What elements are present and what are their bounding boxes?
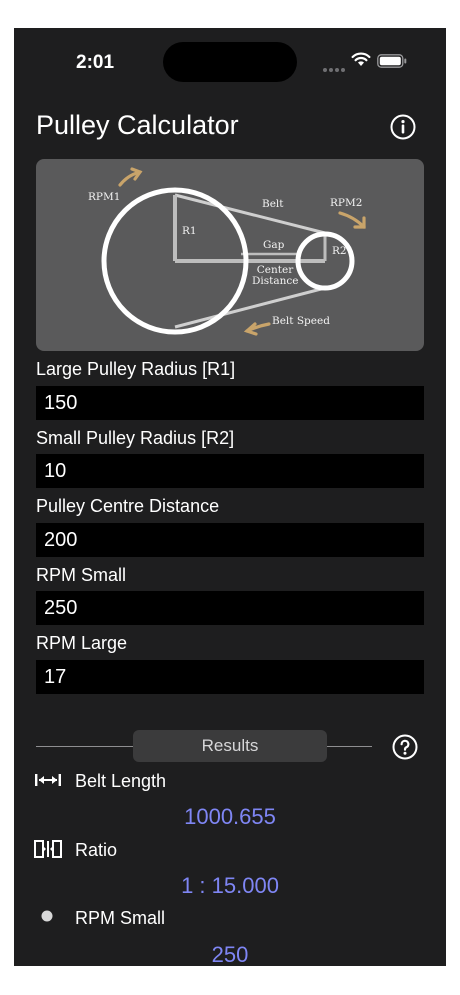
rpm-small-result-value: 250 bbox=[211, 942, 249, 966]
wifi-icon bbox=[351, 52, 371, 66]
rpm-small-label: RPM Small bbox=[36, 565, 127, 585]
ratio-label: Ratio bbox=[75, 840, 118, 860]
diagram-label-r1: R1 bbox=[182, 225, 197, 237]
diagram-label-belt-speed: Belt Speed bbox=[272, 315, 330, 327]
rpm1-arrow-icon bbox=[118, 167, 143, 187]
dynamic-island bbox=[163, 42, 297, 82]
pulley-diagram: RPM1 R1 Belt RPM2 Gap R2 Center Distance… bbox=[36, 159, 424, 351]
small-radius-input[interactable] bbox=[36, 454, 424, 488]
ratio-icon bbox=[34, 840, 62, 858]
results-header: Results bbox=[133, 730, 327, 762]
app-screen: 2:01 Pulley Calculator RPM1 R1 Belt RPM2… bbox=[14, 28, 446, 966]
rpm-small-input[interactable] bbox=[36, 591, 424, 625]
diagram-label-belt: Belt bbox=[262, 198, 284, 210]
centre-distance-input[interactable] bbox=[36, 523, 424, 557]
small-radius-label: Small Pulley Radius [R2] bbox=[36, 428, 235, 448]
diagram-label-rpm2: RPM2 bbox=[330, 197, 363, 209]
diagram-label-gap: Gap bbox=[263, 239, 285, 251]
results-divider-left bbox=[36, 746, 133, 747]
centre-distance-label: Pulley Centre Distance bbox=[36, 496, 220, 516]
battery-icon bbox=[377, 54, 407, 68]
length-arrows-icon bbox=[35, 774, 61, 786]
belt-speed-arrow-icon bbox=[243, 322, 271, 336]
results-divider-right bbox=[327, 746, 372, 747]
pulley-diagram-graphic bbox=[101, 167, 366, 336]
rpm2-arrow-icon bbox=[338, 211, 366, 229]
belt-upper-line bbox=[174, 193, 326, 235]
ratio-value: 1 : 15.000 bbox=[181, 873, 279, 898]
rpm-small-result-label: RPM Small bbox=[75, 908, 166, 928]
question-circle-icon[interactable] bbox=[392, 734, 418, 760]
rpm-large-label: RPM Large bbox=[36, 633, 128, 653]
page-title: Pulley Calculator bbox=[36, 110, 239, 140]
diagram-label-r2: R2 bbox=[332, 245, 347, 257]
diagram-label-rpm1: RPM1 bbox=[88, 191, 121, 203]
dot-icon bbox=[41, 910, 53, 922]
diagram-label-center-distance: Center Distance bbox=[252, 265, 299, 287]
diagram-label-distance: Distance bbox=[252, 275, 299, 287]
large-radius-input[interactable] bbox=[36, 386, 424, 420]
cellular-signal-icon bbox=[323, 59, 347, 77]
belt-length-label: Belt Length bbox=[75, 771, 167, 791]
large-radius-label: Large Pulley Radius [R1] bbox=[36, 359, 236, 379]
info-circle-icon[interactable] bbox=[390, 114, 416, 140]
rpm-large-input[interactable] bbox=[36, 660, 424, 694]
belt-length-value: 1000.655 bbox=[184, 804, 276, 829]
status-time: 2:01 bbox=[76, 52, 115, 73]
